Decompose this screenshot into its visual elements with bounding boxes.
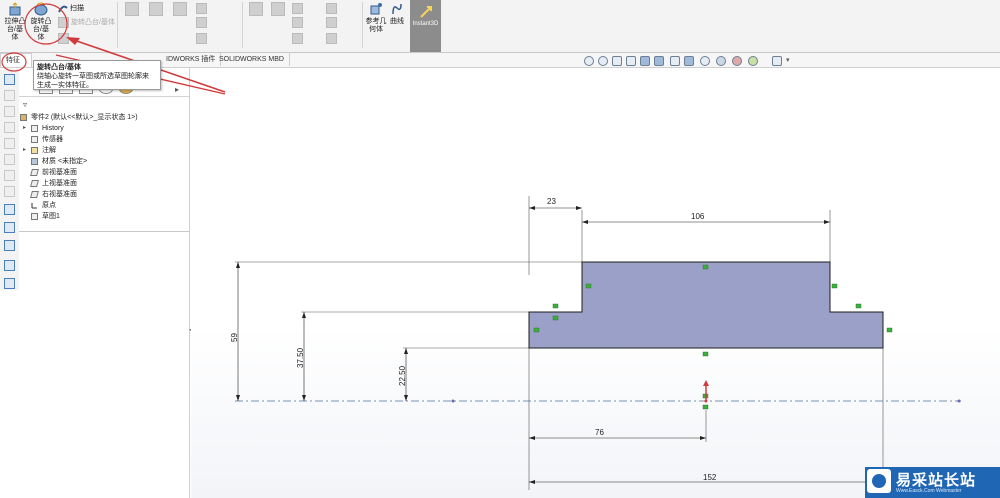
revolve-tooltip: 旋转凸台/基体 绕轴心旋转一草图或所选草图轮廓来 生成一实体特征。 bbox=[33, 60, 161, 90]
tooltip-line1: 绕轴心旋转一草图或所选草图轮廓来 bbox=[37, 73, 149, 80]
watermark: 易采站长站 Www.Easck.Com Webmaster bbox=[865, 467, 1000, 498]
highlight-circle bbox=[24, 3, 68, 45]
highlight-circle bbox=[1, 52, 27, 72]
watermark-logo-icon bbox=[867, 469, 891, 493]
tooltip-line2: 生成一实体特征。 bbox=[37, 82, 93, 89]
tooltip-title: 旋转凸台/基体 bbox=[37, 64, 81, 71]
watermark-text: 易采站长站 bbox=[896, 471, 977, 489]
watermark-subtext: Www.Easck.Com Webmaster bbox=[896, 488, 962, 494]
